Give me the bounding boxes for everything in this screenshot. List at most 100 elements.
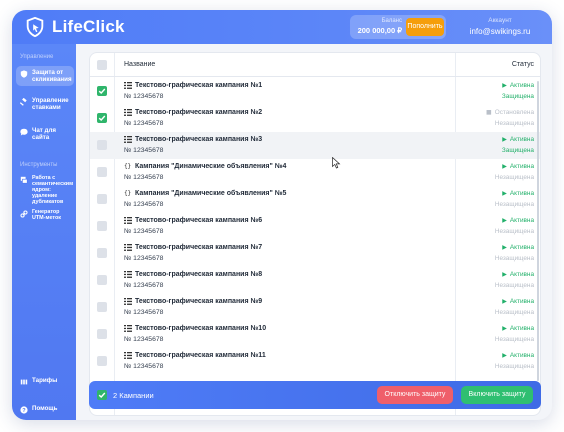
selection-checkbox[interactable] bbox=[97, 390, 107, 400]
campaign-title[interactable]: Текстово-графическая кампания №8 bbox=[135, 271, 262, 278]
row-checkbox[interactable] bbox=[97, 113, 107, 123]
logo[interactable]: LifeClick bbox=[24, 16, 125, 38]
row-checkbox[interactable] bbox=[97, 302, 107, 312]
status-label: Активна bbox=[509, 217, 534, 224]
row-checkbox[interactable] bbox=[97, 86, 107, 96]
campaign-number: № 12345678 bbox=[124, 174, 164, 181]
row-checkbox[interactable] bbox=[97, 275, 107, 285]
sidebar-item-label: Тарифы bbox=[32, 377, 58, 384]
campaign-title[interactable]: Текстово-графическая кампания №6 bbox=[135, 217, 262, 224]
row-checkbox[interactable] bbox=[97, 356, 107, 366]
play-icon: ▶ bbox=[502, 217, 507, 224]
play-icon: ▶ bbox=[502, 271, 507, 278]
table-row[interactable]: Текстово-графическая кампания №2 № 123456… bbox=[90, 105, 540, 132]
protection-status: Незащищена bbox=[494, 336, 534, 343]
sidebar-item-label: Генератор UTM-меток bbox=[32, 209, 61, 221]
link-icon bbox=[20, 210, 28, 218]
table-row[interactable]: {} Кампания "Динамические объявления" №4 №… bbox=[90, 159, 540, 186]
row-checkbox[interactable] bbox=[97, 167, 107, 177]
campaign-title[interactable]: Текстово-графическая кампания №10 bbox=[135, 325, 266, 332]
tariff-icon bbox=[20, 379, 28, 385]
campaign-status: ▶ Активна bbox=[462, 163, 534, 170]
scrollbar[interactable] bbox=[537, 81, 539, 381]
sidebar-item-site-chat[interactable]: Чат для сайта bbox=[16, 124, 74, 144]
row-checkbox[interactable] bbox=[97, 248, 107, 258]
app-name: LifeClick bbox=[52, 17, 125, 36]
campaign-title[interactable]: Кампания "Динамические объявления" №5 bbox=[135, 190, 286, 197]
text-graphic-campaign-icon bbox=[124, 109, 132, 116]
campaign-status: ▶ Активна bbox=[462, 244, 534, 251]
campaign-status: ▶ Активна bbox=[462, 298, 534, 305]
campaign-title[interactable]: Текстово-графическая кампания №3 bbox=[135, 136, 262, 143]
row-checkbox[interactable] bbox=[97, 140, 107, 150]
table-row[interactable]: Текстово-графическая кампания №7 № 123456… bbox=[90, 240, 540, 267]
disable-protection-button[interactable]: Отключить защиту bbox=[377, 386, 453, 404]
campaign-title[interactable]: Текстово-графическая кампания №9 bbox=[135, 298, 262, 305]
row-checkbox[interactable] bbox=[97, 221, 107, 231]
row-checkbox[interactable] bbox=[97, 194, 107, 204]
status-label: Активна bbox=[509, 325, 534, 332]
table-row[interactable]: Текстово-графическая кампания №3 № 123456… bbox=[90, 132, 540, 159]
status-label: Активна bbox=[509, 244, 534, 251]
checkmark-icon bbox=[98, 392, 106, 398]
text-graphic-campaign-icon bbox=[124, 298, 132, 305]
text-graphic-campaign-icon bbox=[124, 352, 132, 359]
chat-icon bbox=[20, 128, 28, 136]
table-row[interactable]: Текстово-графическая кампания №1 № 123456… bbox=[90, 78, 540, 105]
table-row[interactable]: Текстово-графическая кампания №11 № 12345… bbox=[90, 348, 540, 375]
dynamic-campaign-icon: {} bbox=[124, 163, 131, 170]
account-email[interactable]: info@swikings.ru bbox=[460, 27, 540, 36]
sidebar-item-label: Чат для сайта bbox=[32, 127, 57, 141]
table-row[interactable]: Текстово-графическая кампания №9 № 123456… bbox=[90, 294, 540, 321]
protection-status: Незащищена bbox=[494, 309, 534, 316]
status-label: Активна bbox=[509, 163, 534, 170]
campaign-number: № 12345678 bbox=[124, 309, 164, 316]
balance-value: 200 000,00 ₽ bbox=[357, 26, 402, 35]
campaign-status: ▶ Активна bbox=[462, 190, 534, 197]
row-checkbox[interactable] bbox=[97, 329, 107, 339]
text-graphic-campaign-icon bbox=[124, 271, 132, 278]
campaign-title[interactable]: Текстово-графическая кампания №11 bbox=[135, 352, 266, 359]
topup-button[interactable]: Пополнить bbox=[406, 18, 444, 36]
text-graphic-campaign-icon bbox=[124, 82, 132, 89]
enable-protection-button[interactable]: Включить защиту bbox=[461, 386, 533, 404]
campaigns-table: Название Статус Текстово-графическая кам… bbox=[89, 52, 541, 416]
balance-label: Баланс bbox=[381, 18, 402, 24]
campaign-title[interactable]: Текстово-графическая кампания №2 bbox=[135, 109, 262, 116]
sidebar-item-tariffs[interactable]: Тарифы bbox=[16, 374, 74, 389]
campaign-number: № 12345678 bbox=[124, 93, 164, 100]
sidebar-item-help[interactable]: ? Помощь bbox=[16, 402, 74, 417]
status-label: Активна bbox=[509, 190, 534, 197]
select-all-checkbox[interactable] bbox=[97, 60, 107, 70]
text-graphic-campaign-icon bbox=[124, 136, 132, 143]
sidebar-item-label: Помощь bbox=[32, 405, 58, 412]
sidebar-item-utm-generator[interactable]: Генератор UTM-меток bbox=[16, 206, 74, 224]
campaign-status: ▶ Активна bbox=[462, 352, 534, 359]
status-label: Активна bbox=[509, 271, 534, 278]
table-row[interactable]: {} Кампания "Динамические объявления" №5 №… bbox=[90, 186, 540, 213]
campaign-number: № 12345678 bbox=[124, 336, 164, 343]
app-window: LifeClick Баланс 200 000,00 ₽ Пополнить … bbox=[12, 10, 552, 420]
campaign-status: ▶ Активна bbox=[462, 271, 534, 278]
campaign-title[interactable]: Кампания "Динамические объявления" №4 bbox=[135, 163, 286, 170]
column-header-name: Название bbox=[124, 61, 156, 68]
sidebar-item-click-protection[interactable]: Защита от скликивания bbox=[16, 66, 74, 86]
table-row[interactable]: Текстово-графическая кампания №8 № 123456… bbox=[90, 267, 540, 294]
sidebar: Управление Защита от скликивания Управле… bbox=[12, 44, 76, 420]
sidebar-section-control: Управление bbox=[20, 54, 54, 60]
sidebar-item-semantic-core[interactable]: Работа с семантическим ядром: удаление д… bbox=[16, 172, 74, 208]
campaign-number: № 12345678 bbox=[124, 228, 164, 235]
campaign-title[interactable]: Текстово-графическая кампания №1 bbox=[135, 82, 262, 89]
campaign-number: № 12345678 bbox=[124, 363, 164, 370]
sidebar-item-label: Защита от скликивания bbox=[32, 69, 72, 83]
campaign-number: № 12345678 bbox=[124, 201, 164, 208]
play-icon: ▶ bbox=[502, 163, 507, 170]
table-row[interactable]: Текстово-графическая кампания №10 № 12345… bbox=[90, 321, 540, 348]
sidebar-item-bid-management[interactable]: Управление ставками bbox=[16, 94, 74, 114]
text-graphic-campaign-icon bbox=[124, 244, 132, 251]
table-row[interactable]: Текстово-графическая кампания №6 № 123456… bbox=[90, 213, 540, 240]
play-icon: ▶ bbox=[502, 298, 507, 305]
protection-status: Незащищена bbox=[494, 255, 534, 262]
checkmark-icon bbox=[98, 115, 106, 121]
campaign-title[interactable]: Текстово-графическая кампания №7 bbox=[135, 244, 262, 251]
